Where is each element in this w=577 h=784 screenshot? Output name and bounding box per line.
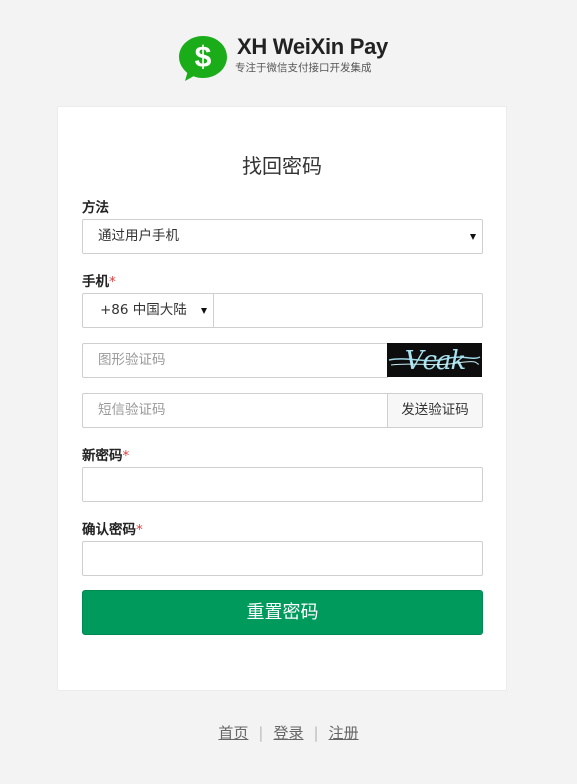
captcha-graphic: Vcak xyxy=(388,346,481,376)
phone-input[interactable] xyxy=(213,293,483,328)
page-title: 找回密码 xyxy=(242,154,322,178)
sms-code-input[interactable]: 短信验证码 xyxy=(82,393,388,428)
captcha-placeholder: 图形验证码 xyxy=(98,352,166,368)
brand-subtitle: 专注于微信支付接口开发集成 xyxy=(235,62,372,74)
password-reset-card: 找回密码 方法 通过用户手机 手机* +86 中国大陆 图形验证码 Vcak 短… xyxy=(57,106,507,691)
method-select[interactable]: 通过用户手机 xyxy=(82,219,483,254)
chevron-down-icon xyxy=(201,308,207,314)
brand-title: XH WeiXin Pay xyxy=(237,34,388,59)
phone-label-text: 手机 xyxy=(82,274,109,290)
confirm-password-label-text: 确认密码 xyxy=(82,522,136,538)
confirm-password-label: 确认密码* xyxy=(82,518,143,538)
footer-link-home[interactable]: 首页 xyxy=(218,724,248,742)
method-label: 方法 xyxy=(82,196,109,216)
footer-link-login[interactable]: 登录 xyxy=(273,724,303,742)
required-mark: * xyxy=(136,522,143,538)
phone-label: 手机* xyxy=(82,270,116,290)
required-mark: * xyxy=(122,448,130,464)
method-label-text: 方法 xyxy=(82,200,109,216)
country-code-select[interactable]: +86 中国大陆 xyxy=(82,293,214,328)
new-password-input[interactable] xyxy=(82,467,483,502)
chevron-down-icon xyxy=(470,234,476,240)
send-sms-code-button[interactable]: 发送验证码 xyxy=(387,393,483,428)
dollar-sign-chat-bubble-icon: $ xyxy=(179,36,227,81)
method-selected-value: 通过用户手机 xyxy=(98,228,179,244)
sms-code-placeholder: 短信验证码 xyxy=(98,402,166,418)
reset-password-button[interactable]: 重置密码 xyxy=(82,590,483,635)
svg-text:$: $ xyxy=(195,41,212,74)
footer-link-register[interactable]: 注册 xyxy=(329,724,359,742)
footer-separator: | xyxy=(313,724,319,742)
captcha-input[interactable]: 图形验证码 xyxy=(82,343,388,378)
country-code-value: +86 中国大陆 xyxy=(100,302,187,318)
footer-separator: | xyxy=(258,724,264,742)
new-password-label-text: 新密码 xyxy=(82,448,123,464)
new-password-label: 新密码* xyxy=(82,444,129,464)
required-mark: * xyxy=(109,274,116,290)
captcha-image[interactable]: Vcak xyxy=(387,343,482,377)
footer-nav: 首页 | 登录 | 注册 xyxy=(0,722,577,743)
captcha-text: Vcak xyxy=(405,346,466,376)
confirm-password-input[interactable] xyxy=(82,541,483,576)
